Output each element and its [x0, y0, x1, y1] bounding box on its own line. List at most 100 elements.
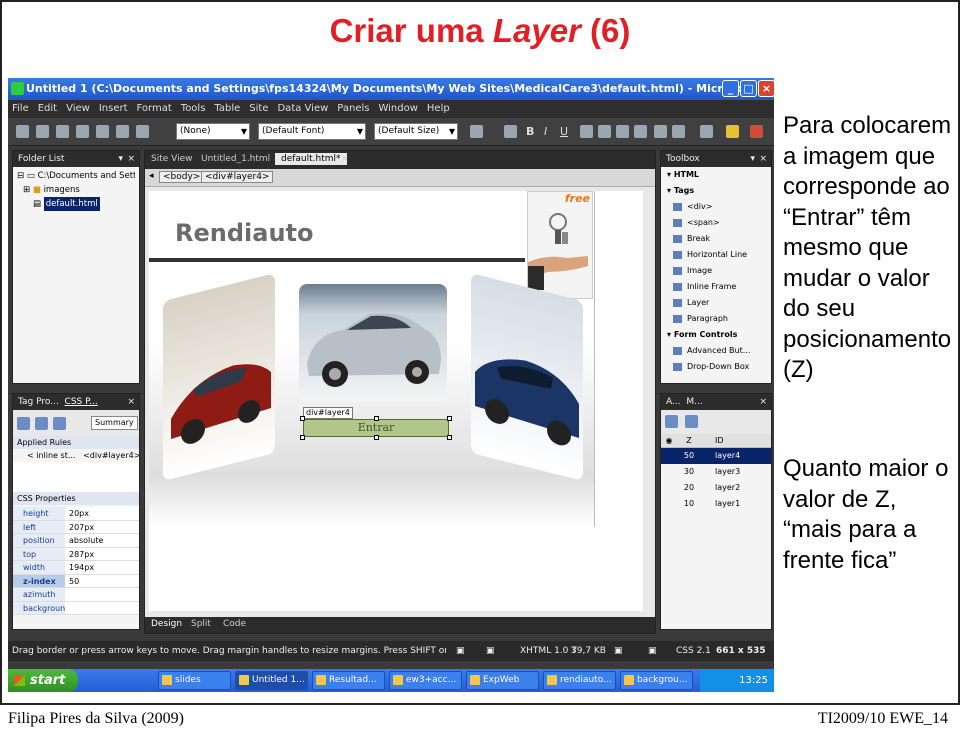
- highlight-icon[interactable]: [726, 125, 739, 138]
- draw-layer-icon[interactable]: [685, 415, 698, 428]
- bold-icon[interactable]: B: [526, 125, 539, 138]
- tab-untitled[interactable]: Untitled_1.html: [201, 154, 270, 164]
- keys-image[interactable]: free: [527, 191, 593, 299]
- menu-item[interactable]: Insert: [99, 103, 128, 114]
- menu-item[interactable]: View: [66, 103, 90, 114]
- resize-handle[interactable]: [300, 416, 305, 421]
- toolbox-item[interactable]: Inline Frame: [661, 279, 771, 295]
- taskbar-button[interactable]: Resultad...: [312, 671, 385, 690]
- toolbox-item[interactable]: Horizontal Line: [661, 247, 771, 263]
- tab-css-properties[interactable]: CSS P...: [65, 397, 98, 407]
- taskbar-button[interactable]: Untitled 1...: [235, 671, 308, 690]
- toolbox-category[interactable]: ▾ Tags: [661, 183, 771, 199]
- toolbox-item[interactable]: <div>: [661, 199, 771, 215]
- layer3-image[interactable]: [471, 273, 583, 481]
- summary-button[interactable]: Summary: [91, 416, 138, 430]
- alpha-icon[interactable]: [53, 417, 66, 430]
- layer-row[interactable]: 10 layer1: [661, 496, 771, 512]
- undo-icon[interactable]: [470, 125, 483, 138]
- style-select[interactable]: (None) ▼: [176, 123, 250, 140]
- taskbar-button[interactable]: backgrou...: [620, 671, 693, 690]
- toolbox-item[interactable]: Advanced But...: [661, 343, 771, 359]
- redo-icon[interactable]: [504, 125, 517, 138]
- tab-manage-styles[interactable]: M...: [686, 397, 702, 407]
- pin-icon[interactable]: ▾: [750, 151, 755, 167]
- css-property-value[interactable]: absolute: [65, 534, 139, 547]
- tag-body[interactable]: <body>: [159, 171, 205, 183]
- menu-item[interactable]: Edit: [38, 103, 57, 114]
- layer-row[interactable]: 30 layer3: [661, 464, 771, 480]
- tab-site-view[interactable]: Site View: [151, 154, 193, 164]
- css-property-row[interactable]: width 194px: [13, 561, 139, 575]
- menu-item[interactable]: Site: [249, 103, 268, 114]
- close-icon[interactable]: ×: [127, 394, 135, 410]
- numbering-icon[interactable]: [654, 125, 667, 138]
- css-icon[interactable]: ▣: [648, 641, 657, 661]
- css-property-row[interactable]: z-index 50: [13, 574, 139, 588]
- menu-item[interactable]: Panels: [337, 103, 369, 114]
- tab-apply-styles[interactable]: A...: [666, 397, 681, 407]
- resize-handle[interactable]: [447, 435, 452, 440]
- tree-item[interactable]: ⊞ ■ imagens: [17, 183, 135, 197]
- close-icon[interactable]: ×: [127, 151, 135, 167]
- insert-layer-icon[interactable]: [665, 415, 678, 428]
- open-icon[interactable]: [36, 125, 49, 138]
- layer-visibility[interactable]: [661, 480, 677, 496]
- new-icon[interactable]: [16, 125, 29, 138]
- taskbar-button[interactable]: rendiauto...: [543, 671, 616, 690]
- design-view[interactable]: Rendiauto free div#layer4 Entrar: [149, 191, 643, 611]
- layer2-image[interactable]: [299, 284, 447, 402]
- style-app-icon[interactable]: ▣: [486, 641, 495, 661]
- css-property-value[interactable]: 50: [65, 574, 139, 587]
- align-center-icon[interactable]: [598, 125, 611, 138]
- taskbar-button[interactable]: slides: [158, 671, 231, 690]
- minimize-icon[interactable]: _: [722, 80, 739, 97]
- font-color-icon[interactable]: [750, 125, 763, 138]
- visual-aids-icon[interactable]: ▣: [456, 641, 465, 661]
- align-right-icon[interactable]: [616, 125, 629, 138]
- css-property-row[interactable]: background: [13, 601, 139, 615]
- css-property-value[interactable]: 287px: [65, 547, 139, 560]
- resize-handle[interactable]: [374, 416, 379, 421]
- start-button[interactable]: start: [8, 669, 78, 692]
- bullets-icon[interactable]: [672, 125, 685, 138]
- font-select[interactable]: (Default Font) ▼: [258, 123, 366, 140]
- menu-item[interactable]: Window: [378, 103, 417, 114]
- layer-row[interactable]: 20 layer2: [661, 480, 771, 496]
- toolbox-item[interactable]: Layer: [661, 295, 771, 311]
- borders-icon[interactable]: [700, 125, 713, 138]
- tab-tag-properties[interactable]: Tag Pro...: [18, 397, 59, 407]
- css-property-value[interactable]: [65, 588, 139, 601]
- toolbox-item[interactable]: Image: [661, 263, 771, 279]
- css-property-row[interactable]: height 20px: [13, 507, 139, 521]
- save-icon[interactable]: [56, 125, 69, 138]
- tag-layer4[interactable]: <div#layer4>: [201, 171, 274, 183]
- tree-item[interactable]: ⊟ ▭ C:\Documents and Settings\fps1: [17, 169, 135, 183]
- justify-icon[interactable]: [634, 125, 647, 138]
- css-property-row[interactable]: left 207px: [13, 520, 139, 534]
- tab-default-html[interactable]: default.html*: [275, 153, 347, 165]
- taskbar-button[interactable]: ExpWeb: [466, 671, 539, 690]
- menu-item[interactable]: Help: [427, 103, 450, 114]
- menu-item[interactable]: Format: [137, 103, 172, 114]
- maximize-icon[interactable]: □: [740, 80, 757, 97]
- toolbox-category[interactable]: ▾ Form Controls: [661, 327, 771, 343]
- layer-visibility[interactable]: [661, 448, 677, 464]
- resize-handle[interactable]: [300, 435, 305, 440]
- spell-icon[interactable]: [136, 125, 149, 138]
- applied-rule[interactable]: < inline st... <div#layer4>: [13, 449, 139, 462]
- layer-row[interactable]: 50 layer4: [661, 448, 771, 464]
- categorize-icon[interactable]: [35, 417, 48, 430]
- menu-item[interactable]: File: [12, 103, 29, 114]
- align-left-icon[interactable]: [580, 125, 593, 138]
- close-icon[interactable]: ×: [759, 394, 767, 410]
- layer-visibility[interactable]: [661, 464, 677, 480]
- underline-icon[interactable]: U: [560, 125, 573, 138]
- taskbar-button[interactable]: ew3+acc...: [389, 671, 462, 690]
- menu-item[interactable]: Tools: [181, 103, 206, 114]
- pin-icon[interactable]: ▾: [118, 151, 123, 167]
- print-icon[interactable]: [96, 125, 109, 138]
- close-icon[interactable]: ×: [758, 80, 774, 97]
- css-property-row[interactable]: position absolute: [13, 534, 139, 548]
- css-property-value[interactable]: [65, 601, 139, 614]
